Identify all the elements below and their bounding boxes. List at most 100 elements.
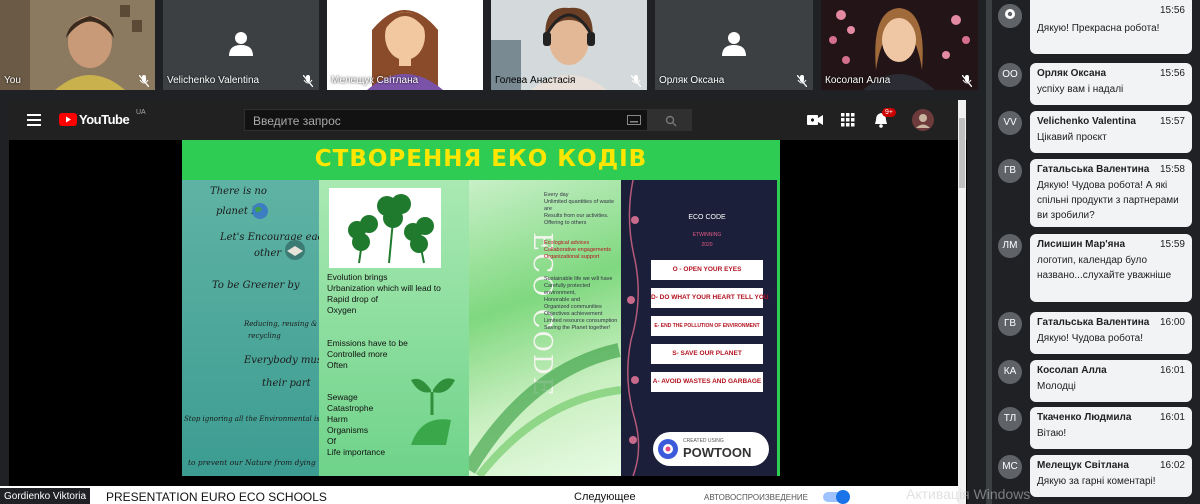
message-time: 15:56 <box>1159 5 1185 16</box>
panel-line: Results from our activities. <box>544 213 609 219</box>
search-button[interactable] <box>648 109 692 131</box>
avatar: ТЛ <box>998 407 1022 431</box>
panel-line: Organisms <box>327 425 369 435</box>
panel-line: Ecological advices <box>544 240 590 246</box>
participant-tile-kosolap[interactable]: Косолап Алла <box>821 0 978 90</box>
message-text: Дякую! Чудова робота! <box>1037 333 1144 344</box>
search-icon <box>665 115 677 127</box>
slide-panel-handwriting: There is no planet B. Let's Encourage ea… <box>182 180 342 476</box>
person-icon <box>722 32 746 56</box>
panel-line: Carefully protected environment, <box>544 283 591 296</box>
code-subtitle: ETWINNING <box>692 232 722 238</box>
message-text: Вітаю! <box>1037 428 1067 439</box>
panel-line: Often <box>327 360 348 370</box>
presentation-slide: СТВОРЕННЯ ЕКО КОДІВ There is no planet B… <box>182 140 780 476</box>
message-time: 16:02 <box>1159 460 1185 471</box>
panel-paragraph: Evolution brings Urbanization which will… <box>327 272 441 316</box>
participant-tile-meleshchuk[interactable]: Мелещук Світлана <box>327 0 483 90</box>
video-title[interactable]: PRESENTATION EURO ECO SCHOOLS <box>106 490 327 504</box>
meeting-window: You Velichenko Valentina Мелещук Світлан… <box>0 0 1200 504</box>
chat-message: Ткаченко Людмила 16:01 Вітаю! <box>1030 407 1192 449</box>
message-text: Молодці <box>1037 381 1076 392</box>
message-time: 16:01 <box>1159 365 1185 376</box>
pinned-participant-label: Gordienko Viktoria <box>0 488 90 504</box>
message-text: Дякую! Чудова робота! А які спільні прод… <box>1037 180 1179 221</box>
code-item: A- AVOID WASTES AND GARBAGE <box>651 372 763 392</box>
panel-line: Of <box>327 436 336 446</box>
panel-text: Reducing, reusing & <box>244 320 318 328</box>
youtube-video-info-bar: PRESENTATION EURO ECO SCHOOLS Следующее … <box>0 486 958 504</box>
message-time: 16:00 <box>1159 317 1185 328</box>
panel-line: Organized communities <box>544 304 602 310</box>
autoplay-toggle[interactable] <box>823 490 850 504</box>
participant-tile-velichenko[interactable]: Velichenko Valentina <box>163 0 319 90</box>
panel-line: Rapid drop of <box>327 294 379 304</box>
panel-line: Limited resource consumption <box>544 318 618 324</box>
code-item: O - OPEN YOUR EYES <box>651 260 763 280</box>
panel-line: Objectives achievement <box>544 311 603 317</box>
participant-video <box>0 0 155 90</box>
message-text: Дякую! Прекрасна робота! <box>1037 23 1160 34</box>
code-title: ECO CODE <box>688 214 726 221</box>
youtube-header: YouTube UA Введите запрос 9+ <box>9 100 967 140</box>
panel-line: Catastrophe <box>327 403 374 413</box>
chat-message: Гатальська Валентина 15:58 Дякую! Чудова… <box>1030 159 1192 227</box>
scrollbar-thumb[interactable] <box>959 118 965 188</box>
avatar <box>998 4 1022 28</box>
participant-name: Мелещук Світлана <box>331 75 419 86</box>
slide-panel-code-list: ECO CODE ETWINNING 2020 O - OPEN YOUR EY… <box>621 180 777 476</box>
slide-panel-facts: Evolution brings Urbanization which will… <box>319 180 469 476</box>
mic-off-icon <box>631 75 641 87</box>
panel-text: To be Greener by <box>212 280 300 291</box>
message-text: логотип, календар було названо...слухайт… <box>1037 255 1172 281</box>
panel-paragraph: Ecological advices Collaborative engagem… <box>544 240 611 261</box>
panel-line: Offering to others <box>544 220 587 226</box>
message-text: Цікавий проєкт <box>1037 132 1107 143</box>
keyboard-icon[interactable] <box>627 115 641 125</box>
youtube-logo-icon[interactable] <box>59 113 77 126</box>
pinned-name: Gordienko Viktoria <box>4 491 87 502</box>
participant-tile-goleva[interactable]: Голева Анастасія <box>491 0 647 90</box>
youtube-logo-text: YouTube <box>79 112 130 127</box>
chat-scrollbar[interactable] <box>986 0 992 504</box>
plant-hand-icon <box>411 378 455 445</box>
windows-activation-watermark: Активація Windows <box>906 486 1031 502</box>
leaf-swirl-decoration <box>469 343 621 476</box>
panel-text: to prevent our Nature from dying <box>188 458 316 467</box>
message-time: 15:56 <box>1159 68 1185 79</box>
message-time: 16:01 <box>1159 412 1185 423</box>
chat-message: Косолап Алла 16:01 Молодці <box>1030 360 1192 402</box>
search-input[interactable]: Введите запрос <box>244 109 648 131</box>
panel-text: There is no <box>210 186 267 197</box>
participant-tile-orlyak[interactable]: Орляк Оксана <box>655 0 813 90</box>
panel-line: Urbanization which will lead to <box>327 283 441 293</box>
panel-text: Stop ignoring all the Environmental issu… <box>184 415 336 423</box>
mic-off-icon <box>467 75 477 87</box>
panel-line: Controlled more <box>327 349 388 359</box>
powtoon-small-text: CREATED USING <box>683 438 724 444</box>
panel-line: Emissions have to be <box>327 338 408 348</box>
panel-line: Collaborative engagements <box>544 247 611 253</box>
participant-tile-you[interactable]: You <box>0 0 155 90</box>
person-icon <box>998 4 1022 28</box>
menu-icon[interactable] <box>27 114 41 126</box>
mic-off-icon <box>139 75 149 87</box>
page-scrollbar[interactable] <box>958 100 966 504</box>
chat-message: Гатальська Валентина 16:00 Дякую! Чудова… <box>1030 312 1192 354</box>
apps-grid-icon[interactable] <box>841 113 855 127</box>
avatar: ГВ <box>998 159 1022 183</box>
person-icon <box>229 32 253 56</box>
chat-message: Мелещук Світлана 16:02 Дякую за гарні ко… <box>1030 455 1192 497</box>
user-avatar[interactable] <box>912 109 934 131</box>
create-video-icon[interactable] <box>807 114 823 126</box>
panel-text: their part <box>262 378 311 389</box>
panel-paragraph: Emissions have to be Controlled more Oft… <box>327 338 408 371</box>
search-placeholder: Введите запрос <box>253 114 341 128</box>
panel-text: recycling <box>248 332 281 340</box>
message-time: 15:58 <box>1159 164 1185 175</box>
panel-line: Harm <box>327 414 348 424</box>
clover-image <box>329 188 441 268</box>
handshake-icon <box>285 240 305 260</box>
globe-icon <box>252 203 268 219</box>
panel-line: Organizational support <box>544 254 600 260</box>
